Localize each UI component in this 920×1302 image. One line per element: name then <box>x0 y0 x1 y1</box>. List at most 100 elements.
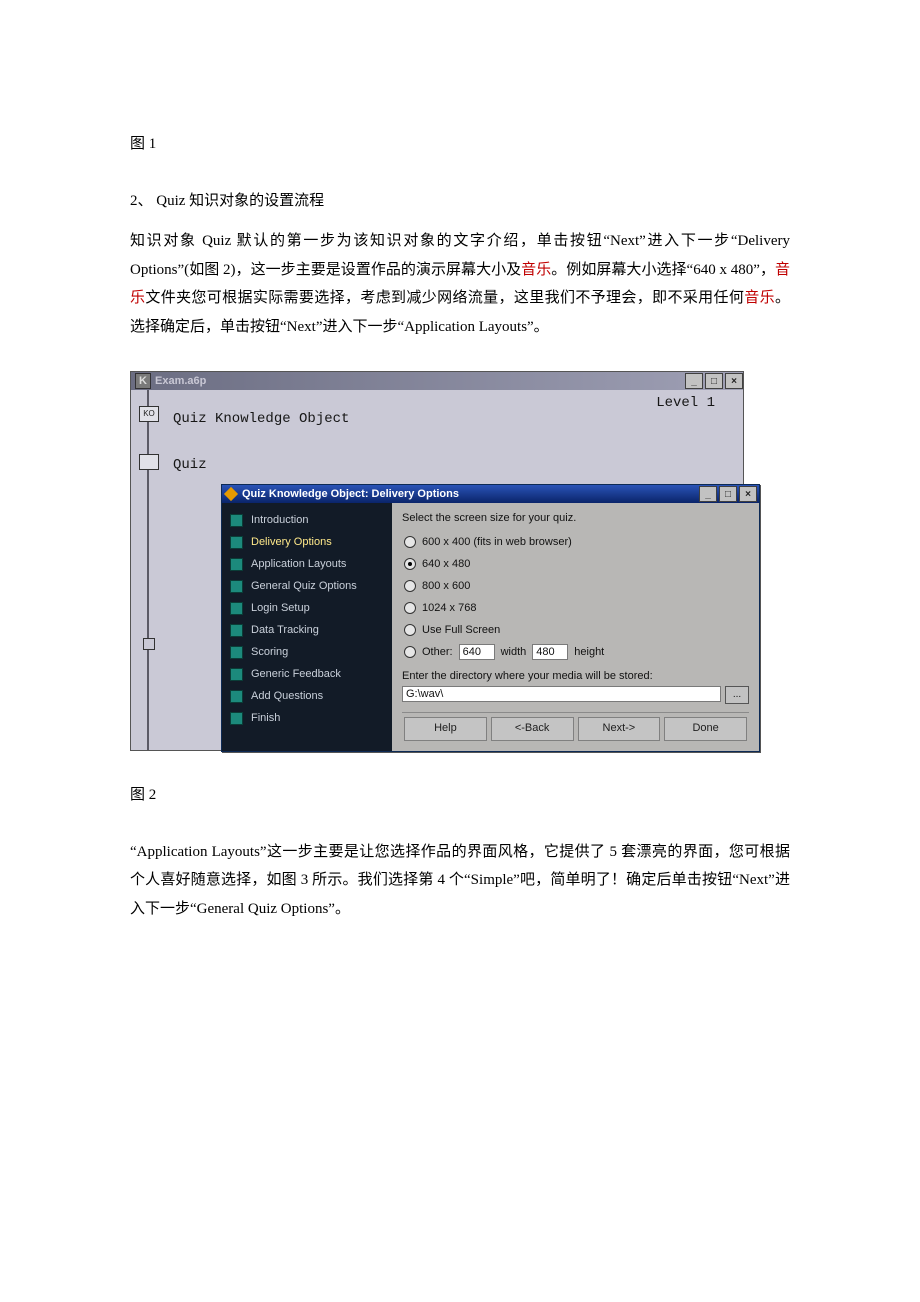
p1-s2: 。例如屏幕大小选择“640 x 480”， <box>551 262 775 278</box>
radio-1024x768[interactable]: 1024 x 768 <box>402 597 749 619</box>
figure1-caption: 图 1 <box>130 130 790 159</box>
nav-label: Login Setup <box>251 601 310 615</box>
radio-label: 640 x 480 <box>422 557 470 571</box>
other-height-input[interactable]: 480 <box>532 644 568 660</box>
ko-node-label: Quiz Knowledge Object <box>173 410 349 428</box>
radio-icon <box>404 536 416 548</box>
nav-label: Delivery Options <box>251 535 332 549</box>
minimize-icon[interactable]: _ <box>685 373 703 389</box>
radio-label: 1024 x 768 <box>422 601 476 615</box>
dialog-close-icon[interactable]: × <box>739 486 757 502</box>
window-title: Exam.a6p <box>155 374 206 388</box>
wizard-nav: Introduction Delivery Options Applicatio… <box>222 503 392 751</box>
done-button[interactable]: Done <box>664 717 747 741</box>
radio-600x400[interactable]: 600 x 400 (fits in web browser) <box>402 531 749 553</box>
p1-red3: 音乐 <box>744 290 775 306</box>
nav-label: Data Tracking <box>251 623 319 637</box>
nav-introduction[interactable]: Introduction <box>226 509 388 531</box>
next-button[interactable]: Next-> <box>578 717 661 741</box>
flowline <box>147 390 149 750</box>
authorware-window: K Exam.a6p _ □ × KO Level 1 Qui <box>130 371 744 751</box>
radio-640x480[interactable]: 640 x 480 <box>402 553 749 575</box>
dialog-body: Introduction Delivery Options Applicatio… <box>222 503 759 751</box>
step-icon <box>230 690 243 703</box>
help-button[interactable]: Help <box>404 717 487 741</box>
ko-node-icon[interactable]: KO <box>139 406 159 422</box>
nav-label: Generic Feedback <box>251 667 341 681</box>
step-icon <box>230 580 243 593</box>
dialog-main-panel: Select the screen size for your quiz. 60… <box>392 503 759 751</box>
figure2-caption: 图 2 <box>130 781 790 810</box>
quiz-node-label: Quiz <box>173 456 207 474</box>
dialog-maximize-icon[interactable]: □ <box>719 486 737 502</box>
browse-button[interactable]: ... <box>725 686 749 704</box>
screen-size-prompt: Select the screen size for your quiz. <box>402 511 749 525</box>
media-dir-row: G:\wav\ ... <box>402 686 749 704</box>
dialog-titlebar[interactable]: Quiz Knowledge Object: Delivery Options … <box>222 485 759 503</box>
nav-label: Application Layouts <box>251 557 346 571</box>
nav-delivery-options[interactable]: Delivery Options <box>226 531 388 553</box>
radio-icon <box>404 580 416 592</box>
window-controls: _ □ × <box>683 373 743 389</box>
paragraph-2: “Application Layouts”这一步主要是让您选择作品的界面风格，它… <box>130 838 790 924</box>
dialog-title-text: Quiz Knowledge Object: Delivery Options <box>242 487 459 501</box>
level-label: Level 1 <box>656 394 715 412</box>
step-icon <box>230 602 243 615</box>
radio-label: 600 x 400 (fits in web browser) <box>422 535 572 549</box>
radio-icon <box>404 558 416 570</box>
back-button[interactable]: <-Back <box>491 717 574 741</box>
radio-label: 800 x 600 <box>422 579 470 593</box>
diamond-icon <box>224 487 238 501</box>
other-height-label: height <box>574 645 604 659</box>
radio-800x600[interactable]: 800 x 600 <box>402 575 749 597</box>
nav-add-questions[interactable]: Add Questions <box>226 685 388 707</box>
flowline-rail: KO <box>131 390 167 750</box>
radio-other[interactable]: Other: 640 width 480 height <box>402 641 749 663</box>
nav-label: Finish <box>251 711 280 725</box>
authorware-titlebar[interactable]: K Exam.a6p _ □ × <box>131 372 743 390</box>
step-icon <box>230 558 243 571</box>
other-width-label: width <box>501 645 527 659</box>
delivery-options-dialog: Quiz Knowledge Object: Delivery Options … <box>221 484 760 752</box>
flow-canvas: Level 1 Quiz Knowledge Object Quiz Quiz … <box>167 390 743 750</box>
step-icon <box>230 668 243 681</box>
dialog-minimize-icon[interactable]: _ <box>699 486 717 502</box>
radio-label: Use Full Screen <box>422 623 500 637</box>
nav-scoring[interactable]: Scoring <box>226 641 388 663</box>
authorware-body: KO Level 1 Quiz Knowledge Object Quiz Qu… <box>131 390 743 750</box>
paragraph-1: 知识对象 Quiz 默认的第一步为该知识对象的文字介绍，单击按钮“Next”进入… <box>130 227 790 341</box>
quiz-node-icon[interactable] <box>139 454 159 470</box>
nav-label: General Quiz Options <box>251 579 357 593</box>
radio-icon <box>404 646 416 658</box>
p1-red1: 音乐 <box>521 262 551 278</box>
media-dir-input[interactable]: G:\wav\ <box>402 686 721 702</box>
app-icon: K <box>135 373 151 389</box>
radio-label: Other: <box>422 645 453 659</box>
step-icon <box>230 712 243 725</box>
nav-label: Introduction <box>251 513 308 527</box>
nav-generic-feedback[interactable]: Generic Feedback <box>226 663 388 685</box>
nav-data-tracking[interactable]: Data Tracking <box>226 619 388 641</box>
nav-application-layouts[interactable]: Application Layouts <box>226 553 388 575</box>
end-node-icon <box>143 638 155 650</box>
step-icon <box>230 624 243 637</box>
nav-login-setup[interactable]: Login Setup <box>226 597 388 619</box>
figure2-wrap: K Exam.a6p _ □ × KO Level 1 Qui <box>130 371 790 751</box>
radio-icon <box>404 602 416 614</box>
nav-label: Scoring <box>251 645 288 659</box>
dialog-window-controls: _ □ × <box>697 486 757 502</box>
close-icon[interactable]: × <box>725 373 743 389</box>
section-heading: 2、 Quiz 知识对象的设置流程 <box>130 187 790 216</box>
document-page: 图 1 2、 Quiz 知识对象的设置流程 知识对象 Quiz 默认的第一步为该… <box>0 0 920 1302</box>
maximize-icon[interactable]: □ <box>705 373 723 389</box>
nav-label: Add Questions <box>251 689 323 703</box>
radio-icon <box>404 624 416 636</box>
p1-s3: 文件夹您可根据实际需要选择，考虑到减少网络流量，这里我们不予理会，即不采用任何 <box>145 290 744 306</box>
radio-fullscreen[interactable]: Use Full Screen <box>402 619 749 641</box>
media-dir-prompt: Enter the directory where your media wil… <box>402 669 749 683</box>
other-width-input[interactable]: 640 <box>459 644 495 660</box>
nav-finish[interactable]: Finish <box>226 707 388 729</box>
dialog-button-row: Help <-Back Next-> Done <box>402 712 749 743</box>
nav-general-quiz-options[interactable]: General Quiz Options <box>226 575 388 597</box>
step-icon <box>230 646 243 659</box>
